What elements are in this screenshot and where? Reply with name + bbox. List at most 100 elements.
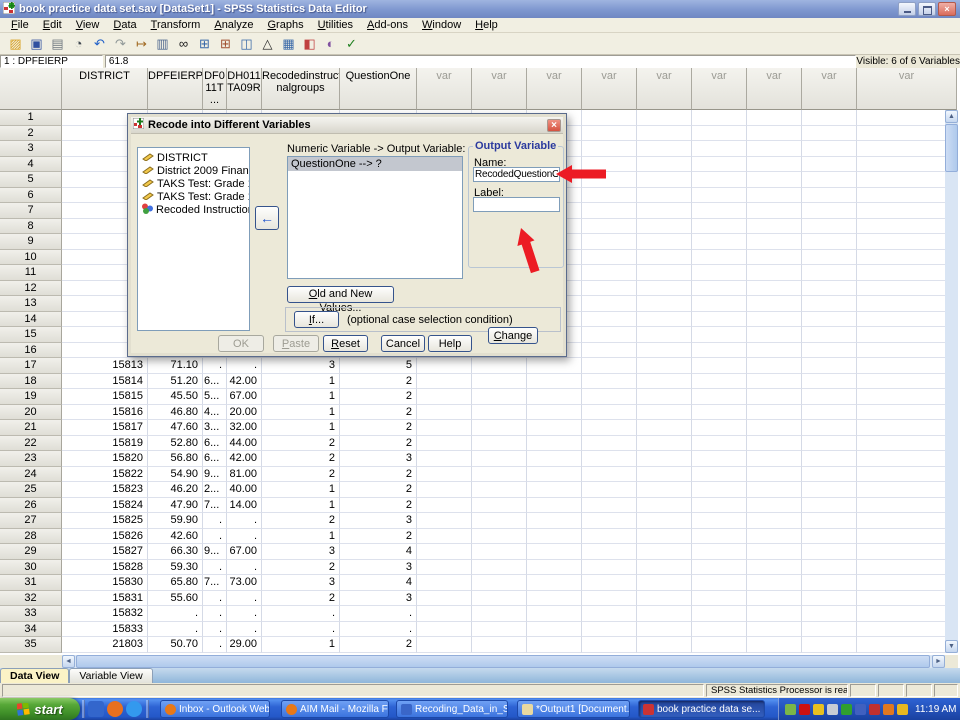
goto-case-icon[interactable]: ↦	[131, 35, 152, 53]
data-cell[interactable]	[692, 172, 747, 188]
taskbar-button-5[interactable]: book practice data se...	[638, 700, 765, 718]
data-cell[interactable]: 42.60	[148, 529, 203, 545]
antivirus-check-icon[interactable]	[841, 704, 852, 715]
data-cell[interactable]: 71.10	[148, 358, 203, 374]
data-cell[interactable]	[802, 343, 857, 359]
dialog-close-button[interactable]: ×	[547, 119, 561, 132]
data-cell[interactable]	[747, 420, 802, 436]
data-cell[interactable]: 42.00	[227, 451, 262, 467]
use-sets-icon[interactable]: ◐	[320, 35, 341, 53]
data-cell[interactable]	[857, 281, 957, 297]
scroll-left-button[interactable]: ◄	[62, 655, 75, 668]
sync-icon[interactable]	[883, 704, 894, 715]
data-cell[interactable]: 15826	[62, 529, 148, 545]
data-cell[interactable]: 2	[340, 389, 417, 405]
column-header-var-9[interactable]: var	[857, 68, 957, 110]
data-cell[interactable]	[637, 281, 692, 297]
data-cell[interactable]: 2	[262, 451, 340, 467]
display-settings-icon[interactable]	[855, 704, 866, 715]
row-header[interactable]: 18	[0, 374, 62, 390]
old-and-new-values-button[interactable]: Old and New Values...	[287, 286, 394, 303]
data-cell[interactable]	[857, 157, 957, 173]
data-cell[interactable]: 55.60	[148, 591, 203, 607]
data-cell[interactable]: 2	[340, 467, 417, 483]
data-cell[interactable]	[582, 420, 637, 436]
dialog-recall-icon[interactable]: ◔	[68, 35, 89, 53]
taskbar-button-4[interactable]: *Output1 [Document...	[517, 700, 630, 718]
data-cell[interactable]	[417, 637, 472, 653]
ati-catalyst-icon[interactable]	[799, 704, 810, 715]
data-cell[interactable]	[527, 622, 582, 638]
data-cell[interactable]	[417, 436, 472, 452]
data-cell[interactable]	[747, 141, 802, 157]
data-cell[interactable]	[582, 172, 637, 188]
data-cell[interactable]	[527, 436, 582, 452]
row-header[interactable]: 34	[0, 622, 62, 638]
data-cell[interactable]: 4	[340, 544, 417, 560]
data-cell[interactable]	[802, 172, 857, 188]
data-cell[interactable]	[802, 451, 857, 467]
data-cell[interactable]	[582, 606, 637, 622]
menu-graphs[interactable]: Graphs	[260, 19, 310, 31]
open-file-icon[interactable]: ▨	[5, 35, 26, 53]
data-cell[interactable]: 42.00	[227, 374, 262, 390]
data-cell[interactable]	[637, 126, 692, 142]
help-button[interactable]: Help	[428, 335, 472, 352]
data-cell[interactable]	[747, 265, 802, 281]
data-cell[interactable]	[802, 637, 857, 653]
data-cell[interactable]	[802, 312, 857, 328]
scroll-up-button[interactable]: ▲	[945, 110, 958, 123]
data-cell[interactable]	[747, 560, 802, 576]
data-cell[interactable]: .	[227, 358, 262, 374]
redo-icon[interactable]: ↷	[110, 35, 131, 53]
data-cell[interactable]	[692, 637, 747, 653]
data-cell[interactable]	[637, 405, 692, 421]
data-cell[interactable]	[692, 420, 747, 436]
data-cell[interactable]: 15816	[62, 405, 148, 421]
data-cell[interactable]	[527, 560, 582, 576]
row-header[interactable]: 21	[0, 420, 62, 436]
column-header-var-6[interactable]: var	[692, 68, 747, 110]
data-cell[interactable]: 7...	[203, 498, 227, 514]
data-cell[interactable]	[472, 637, 527, 653]
data-cell[interactable]	[747, 467, 802, 483]
data-cell[interactable]	[417, 560, 472, 576]
column-header-var-1[interactable]: var	[417, 68, 472, 110]
menu-add-ons[interactable]: Add-ons	[360, 19, 415, 31]
row-header[interactable]: 24	[0, 467, 62, 483]
select-cases-icon[interactable]: ▦	[278, 35, 299, 53]
internet-explorer-icon[interactable]	[126, 701, 142, 717]
data-cell[interactable]	[637, 172, 692, 188]
column-header-var-2[interactable]: var	[472, 68, 527, 110]
data-cell[interactable]: 51.20	[148, 374, 203, 390]
data-cell[interactable]	[637, 420, 692, 436]
data-cell[interactable]: .	[203, 358, 227, 374]
data-cell[interactable]: .	[203, 637, 227, 653]
column-header-1[interactable]: DISTRICT	[62, 68, 148, 110]
data-cell[interactable]: 3	[340, 513, 417, 529]
data-cell[interactable]	[417, 529, 472, 545]
data-cell[interactable]	[857, 219, 957, 235]
data-cell[interactable]	[472, 467, 527, 483]
data-cell[interactable]	[637, 141, 692, 157]
data-cell[interactable]	[637, 265, 692, 281]
data-cell[interactable]	[747, 529, 802, 545]
data-cell[interactable]: 1	[262, 637, 340, 653]
grid-corner-cell[interactable]	[0, 68, 62, 110]
data-cell[interactable]	[637, 498, 692, 514]
data-cell[interactable]	[802, 203, 857, 219]
data-cell[interactable]	[802, 296, 857, 312]
data-cell[interactable]: 54.90	[148, 467, 203, 483]
data-cell[interactable]	[527, 591, 582, 607]
data-cell[interactable]	[802, 420, 857, 436]
data-cell[interactable]	[857, 467, 957, 483]
list-item[interactable]: TAKS Test: Grade 11 F...	[138, 177, 249, 190]
data-cell[interactable]	[747, 637, 802, 653]
value-labels-icon[interactable]: ◧	[299, 35, 320, 53]
data-cell[interactable]: 15831	[62, 591, 148, 607]
data-cell[interactable]	[857, 606, 957, 622]
data-cell[interactable]: 40.00	[227, 482, 262, 498]
data-cell[interactable]	[527, 451, 582, 467]
data-cell[interactable]	[857, 436, 957, 452]
data-cell[interactable]	[802, 141, 857, 157]
